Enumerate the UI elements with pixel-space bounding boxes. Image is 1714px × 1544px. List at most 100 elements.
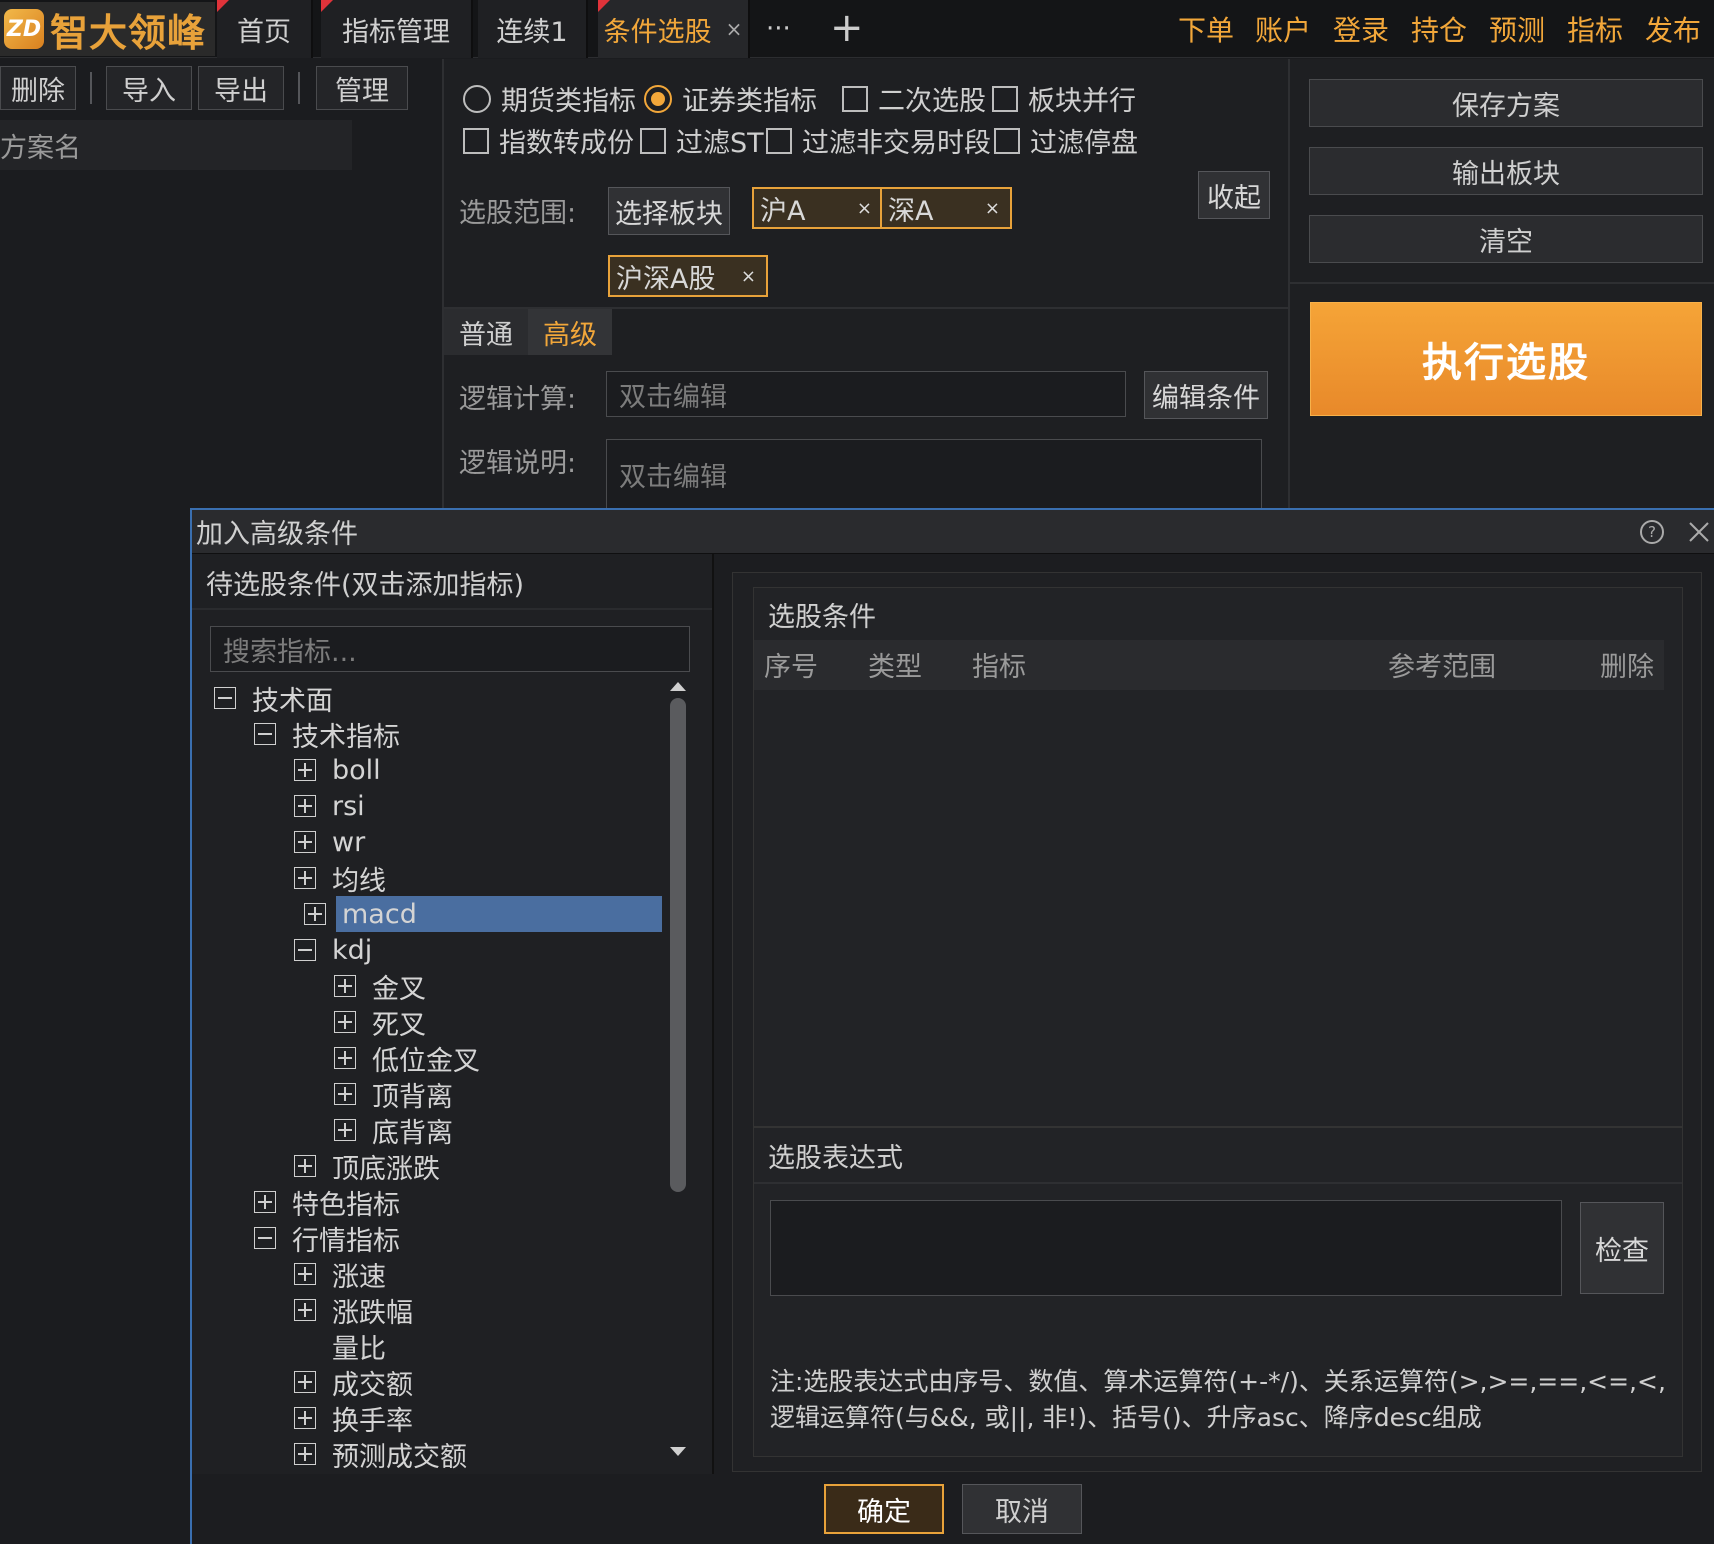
select-block-button[interactable]: 选择板块 — [608, 187, 730, 235]
option-securities-indicator[interactable]: 证券类指标 — [644, 79, 817, 118]
cancel-button[interactable]: 取消 — [962, 1484, 1082, 1534]
tree-item[interactable]: 金叉 — [334, 968, 694, 1005]
expand-icon[interactable] — [294, 831, 316, 853]
tab-continuous-1[interactable]: 连续1 — [478, 0, 588, 58]
expand-icon[interactable] — [294, 795, 316, 817]
tree-item[interactable]: wr — [294, 824, 654, 860]
tree-item[interactable]: 成交额 — [294, 1364, 654, 1401]
collapse-icon[interactable] — [254, 723, 276, 745]
option-secondary-selection[interactable]: 二次选股 — [842, 79, 986, 118]
option-filter-halt[interactable]: 过滤停盘 — [994, 121, 1138, 160]
tree-item[interactable]: 技术面 — [214, 680, 574, 717]
close-icon[interactable] — [1686, 519, 1712, 545]
expand-icon[interactable] — [294, 1443, 316, 1465]
checkbox-icon[interactable] — [766, 127, 792, 154]
checkbox-icon[interactable] — [842, 85, 868, 112]
more-tabs-icon[interactable]: ··· — [766, 8, 791, 50]
export-button[interactable]: 导出 — [198, 66, 284, 110]
chip-close-icon[interactable]: × — [741, 266, 756, 287]
logic-desc-field[interactable]: 双击编辑 — [606, 439, 1262, 509]
tree-item[interactable]: 涨速 — [294, 1256, 654, 1293]
ok-button[interactable]: 确定 — [824, 1484, 944, 1534]
checkbox-icon[interactable] — [640, 127, 666, 154]
tree-scrollbar-thumb[interactable] — [670, 698, 686, 1192]
help-icon[interactable]: ? — [1638, 518, 1666, 546]
tree-item[interactable]: 顶底涨跌 — [294, 1148, 654, 1185]
delete-button[interactable]: 删除 — [0, 66, 76, 110]
collapse-icon[interactable] — [254, 1227, 276, 1249]
checkbox-icon[interactable] — [994, 127, 1020, 154]
tree-item[interactable]: 涨跌幅 — [294, 1292, 654, 1329]
scroll-up-icon[interactable] — [668, 678, 688, 694]
tree-item[interactable]: 顶背离 — [334, 1076, 694, 1113]
tree-item[interactable]: rsi — [294, 788, 654, 824]
tab-advanced[interactable]: 高级 — [528, 309, 612, 355]
tree-item[interactable]: 量比 — [294, 1328, 654, 1365]
add-tab-icon[interactable]: + — [830, 4, 864, 52]
expand-icon[interactable] — [334, 1083, 356, 1105]
radio-icon[interactable] — [463, 84, 491, 113]
collapse-icon[interactable] — [214, 687, 236, 709]
expand-icon[interactable] — [294, 1299, 316, 1321]
edit-condition-button[interactable]: 编辑条件 — [1144, 371, 1268, 419]
expand-icon[interactable] — [294, 1263, 316, 1285]
manage-button[interactable]: 管理 — [316, 66, 408, 110]
collapse-button[interactable]: 收起 — [1198, 171, 1270, 219]
tab-home[interactable]: 首页 — [217, 0, 313, 58]
tree-item[interactable]: 特色指标 — [254, 1184, 614, 1221]
import-button[interactable]: 导入 — [106, 66, 192, 110]
tree-item[interactable]: boll — [294, 752, 654, 788]
menu-publish[interactable]: 发布 — [1645, 0, 1701, 58]
menu-forecast[interactable]: 预测 — [1489, 0, 1545, 58]
menu-indicator[interactable]: 指标 — [1567, 0, 1623, 58]
expand-icon[interactable] — [334, 1047, 356, 1069]
tree-item[interactable]: 预测成交额 — [294, 1436, 654, 1473]
option-index-to-components[interactable]: 指数转成份 — [463, 121, 634, 160]
checkbox-icon[interactable] — [992, 85, 1018, 112]
expand-icon[interactable] — [334, 1119, 356, 1141]
option-block-parallel[interactable]: 板块并行 — [992, 79, 1136, 118]
menu-position[interactable]: 持仓 — [1411, 0, 1467, 58]
checkbox-icon[interactable] — [463, 127, 489, 154]
tab-normal[interactable]: 普通 — [444, 309, 528, 355]
chip-close-icon[interactable]: × — [985, 198, 1000, 219]
tree-item[interactable]: macd — [304, 896, 662, 932]
option-filter-non-trading[interactable]: 过滤非交易时段 — [766, 121, 991, 160]
scope-chip[interactable]: 沪A × — [752, 187, 884, 229]
expand-icon[interactable] — [334, 1011, 356, 1033]
chip-close-icon[interactable]: × — [857, 198, 872, 219]
tree-item[interactable]: 低位金叉 — [334, 1040, 694, 1077]
save-scheme-button[interactable]: 保存方案 — [1309, 79, 1703, 127]
indicator-search-input[interactable]: 搜索指标... — [210, 626, 690, 672]
tree-item[interactable]: 行情指标 — [254, 1220, 614, 1257]
expand-icon[interactable] — [254, 1191, 276, 1213]
expand-icon[interactable] — [294, 867, 316, 889]
menu-login[interactable]: 登录 — [1333, 0, 1389, 58]
expand-icon[interactable] — [334, 975, 356, 997]
output-block-button[interactable]: 输出板块 — [1309, 147, 1703, 195]
tree-item[interactable]: 底背离 — [334, 1112, 694, 1149]
tree-item[interactable]: 均线 — [294, 860, 654, 897]
scope-chip[interactable]: 沪深A股 × — [608, 255, 768, 297]
tree-item[interactable]: 技术指标 — [254, 716, 614, 753]
tab-condition-stock-selection[interactable]: 条件选股 × — [598, 0, 750, 58]
tree-item[interactable]: 换手率 — [294, 1400, 654, 1437]
logic-calc-field[interactable]: 双击编辑 — [606, 371, 1126, 417]
close-icon[interactable]: × — [726, 17, 743, 41]
execute-selection-button[interactable]: 执行选股 — [1310, 302, 1702, 416]
tree-item[interactable]: kdj — [294, 932, 654, 968]
radio-selected-icon[interactable] — [644, 84, 672, 113]
option-filter-st[interactable]: 过滤ST — [640, 121, 764, 160]
tab-indicator-management[interactable]: 指标管理 — [321, 0, 473, 58]
menu-order[interactable]: 下单 — [1178, 0, 1234, 58]
menu-account[interactable]: 账户 — [1255, 0, 1311, 58]
expand-icon[interactable] — [304, 903, 326, 925]
tree-item[interactable]: 死叉 — [334, 1004, 694, 1041]
scroll-down-icon[interactable] — [668, 1444, 688, 1460]
option-futures-indicator[interactable]: 期货类指标 — [463, 79, 636, 118]
collapse-icon[interactable] — [294, 939, 316, 961]
expand-icon[interactable] — [294, 1371, 316, 1393]
check-button[interactable]: 检查 — [1580, 1202, 1664, 1294]
clear-button[interactable]: 清空 — [1309, 215, 1703, 263]
expand-icon[interactable] — [294, 1407, 316, 1429]
